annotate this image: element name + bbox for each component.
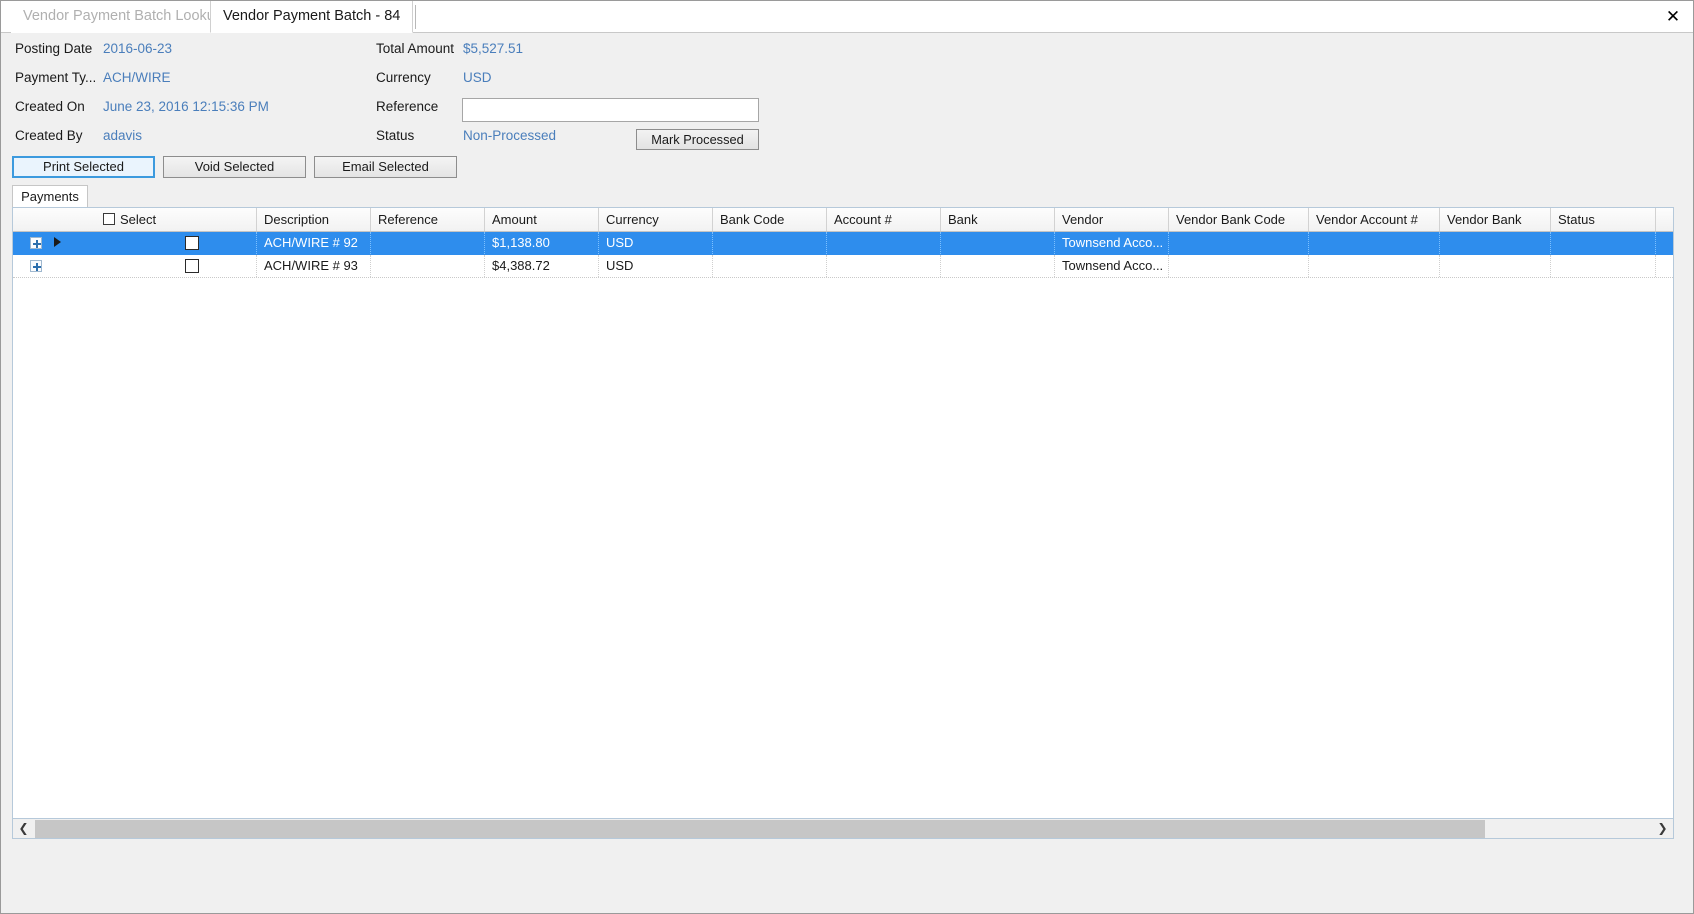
action-button-bar: Print Selected Void Selected Email Selec… xyxy=(1,156,1693,184)
grid-header-description[interactable]: Description xyxy=(257,208,371,231)
created-by-value: adavis xyxy=(103,128,143,143)
mark-processed-button[interactable]: Mark Processed xyxy=(636,129,759,150)
cell-vendor-bank-code xyxy=(1169,232,1309,254)
payments-grid: Select Description Reference Amount Currency… xyxy=(12,207,1674,819)
total-amount-label: Total Amount xyxy=(376,41,455,56)
cell-description: ACH/WIRE # 93 xyxy=(257,255,371,277)
currency-value: USD xyxy=(463,70,492,85)
cell-description: ACH/WIRE # 92 xyxy=(257,232,371,254)
created-on-label: Created On xyxy=(15,99,85,114)
cell-vendor-bank xyxy=(1440,232,1551,254)
cell-currency: USD xyxy=(599,255,713,277)
cell-select xyxy=(75,232,257,254)
tab-payments[interactable]: Payments xyxy=(12,185,88,208)
grid-horizontal-scrollbar[interactable]: ❮ ❯ xyxy=(12,819,1674,839)
table-row[interactable]: ACH/WIRE # 92 $1,138.80 USD Townsend Acco..… xyxy=(13,232,1673,255)
created-on-value: June 23, 2016 12:15:36 PM xyxy=(103,99,269,114)
payment-type-value: ACH/WIRE xyxy=(103,70,171,85)
cell-currency: USD xyxy=(599,232,713,254)
reference-input[interactable] xyxy=(462,98,759,122)
cell-reference xyxy=(371,255,485,277)
payment-type-label: Payment Ty... xyxy=(15,70,97,85)
cell-account xyxy=(827,232,941,254)
currency-label: Currency xyxy=(376,70,431,85)
cell-vendor-bank xyxy=(1440,255,1551,277)
row-select-checkbox[interactable] xyxy=(185,259,199,273)
grid-header-indent xyxy=(13,208,75,231)
cell-vendor: Townsend Acco... xyxy=(1055,255,1169,277)
grid-header-status[interactable]: Status xyxy=(1551,208,1656,231)
tab-label: Vendor Payment Batch Lookup xyxy=(23,8,223,24)
status-label: Status xyxy=(376,128,415,143)
reference-label: Reference xyxy=(376,99,439,114)
application-window: Vendor Payment Batch Lookup Vendor Payme… xyxy=(0,0,1694,914)
scrollbar-thumb[interactable] xyxy=(35,820,1485,838)
posting-date-value: 2016-06-23 xyxy=(103,41,173,56)
grid-header-vendor-bank-code[interactable]: Vendor Bank Code xyxy=(1169,208,1309,231)
created-by-label: Created By xyxy=(15,128,83,143)
grid-header-vendor-account[interactable]: Vendor Account # xyxy=(1309,208,1440,231)
cell-vendor-bank-code xyxy=(1169,255,1309,277)
expand-row-icon[interactable] xyxy=(30,237,42,249)
scroll-right-icon[interactable]: ❯ xyxy=(1653,819,1672,838)
grid-header-bank[interactable]: Bank xyxy=(941,208,1055,231)
cell-bank-code xyxy=(713,255,827,277)
tab-label: Vendor Payment Batch - 84 xyxy=(223,8,401,24)
posting-date-label: Posting Date xyxy=(15,41,93,56)
grid-header-label: Select xyxy=(120,212,157,227)
cell-bank xyxy=(941,232,1055,254)
cell-amount: $1,138.80 xyxy=(485,232,599,254)
expand-row-icon[interactable] xyxy=(30,260,42,272)
grid-body: ACH/WIRE # 92 $1,138.80 USD Townsend Acco..… xyxy=(13,232,1673,278)
grid-header-bank-code[interactable]: Bank Code xyxy=(713,208,827,231)
current-row-indicator-icon xyxy=(54,237,61,247)
tab-vendor-payment-batch-lookup[interactable]: Vendor Payment Batch Lookup xyxy=(11,1,235,33)
cell-reference xyxy=(371,232,485,254)
cell-vendor: Townsend Acco... xyxy=(1055,232,1169,254)
grid-header-select[interactable]: Select xyxy=(75,208,257,231)
grid-header-amount[interactable]: Amount xyxy=(485,208,599,231)
grid-header-account[interactable]: Account # xyxy=(827,208,941,231)
tab-payments-label: Payments xyxy=(21,189,79,204)
table-row[interactable]: ACH/WIRE # 93 $4,388.72 USD Townsend Acco..… xyxy=(13,255,1673,278)
grid-header-vendor[interactable]: Vendor xyxy=(1055,208,1169,231)
cell-bank xyxy=(941,255,1055,277)
cell-amount: $4,388.72 xyxy=(485,255,599,277)
cell-account xyxy=(827,255,941,277)
cell-bank-code xyxy=(713,232,827,254)
cell-vendor-account xyxy=(1309,232,1440,254)
void-selected-button[interactable]: Void Selected xyxy=(163,156,306,178)
email-selected-button[interactable]: Email Selected xyxy=(314,156,457,178)
grid-header-currency[interactable]: Currency xyxy=(599,208,713,231)
cell-status xyxy=(1551,255,1656,277)
cell-vendor-account xyxy=(1309,255,1440,277)
total-amount-value: $5,527.51 xyxy=(463,41,524,56)
grid-header-row: Select Description Reference Amount Currency… xyxy=(13,208,1673,232)
close-icon[interactable]: ✕ xyxy=(1661,5,1685,29)
status-value: Non-Processed xyxy=(463,128,557,143)
tab-vendor-payment-batch-84[interactable]: Vendor Payment Batch - 84 xyxy=(210,1,417,33)
print-selected-button[interactable]: Print Selected xyxy=(12,156,155,178)
row-select-checkbox[interactable] xyxy=(185,236,199,250)
select-all-checkbox[interactable] xyxy=(103,213,115,225)
grid-header-vendor-bank[interactable]: Vendor Bank xyxy=(1440,208,1551,231)
cell-status xyxy=(1551,232,1656,254)
scroll-left-icon[interactable]: ❮ xyxy=(14,819,33,838)
tab-strip: Vendor Payment Batch Lookup Vendor Payme… xyxy=(1,1,1693,33)
grid-header-reference[interactable]: Reference xyxy=(371,208,485,231)
cell-select xyxy=(75,255,257,277)
